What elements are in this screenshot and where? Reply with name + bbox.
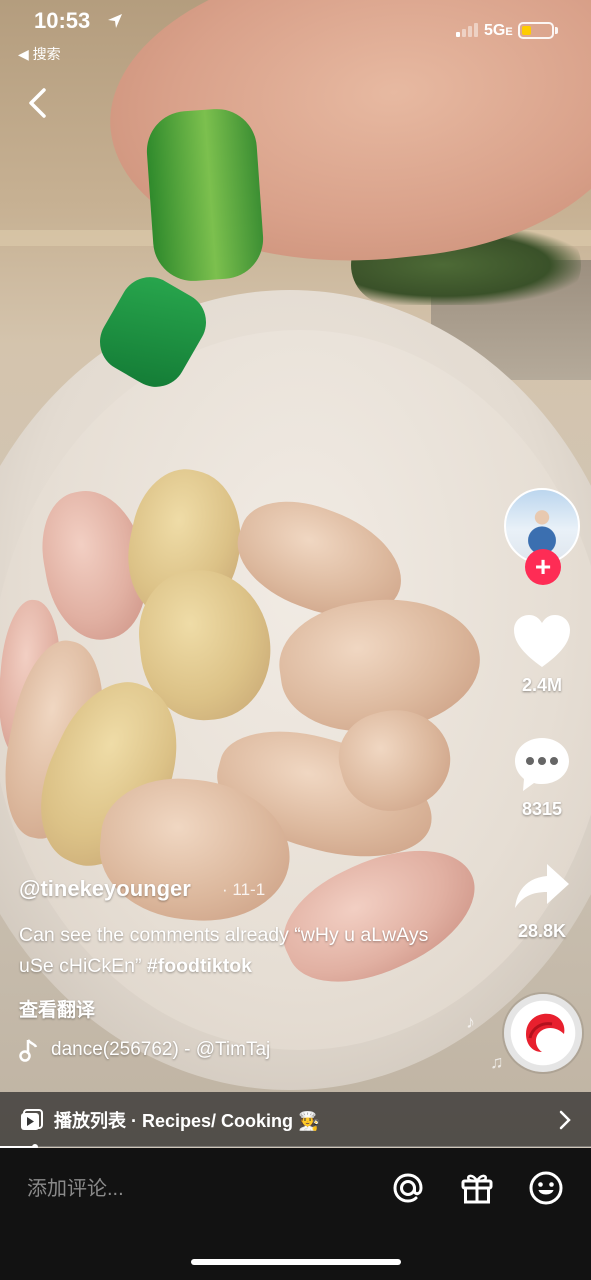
music-note-icon [19,1039,38,1062]
battery-tip [555,27,558,34]
heart-icon [514,615,570,667]
video-caption: Can see the comments already “wHy u aLwA… [19,920,439,982]
green-bottle [144,106,266,284]
comment-button[interactable]: 8315 [503,734,581,820]
home-indicator[interactable] [191,1259,401,1265]
share-count: 28.8K [517,921,567,941]
playlist-bar[interactable]: 播放列表 · Recipes/ Cooking 🧑‍🍳 [0,1092,591,1147]
like-count: 2.4M [521,675,563,695]
hashtag-link[interactable]: #foodtiktok [147,955,252,977]
mention-at-icon[interactable] [390,1170,426,1206]
comment-bubble-icon [515,738,569,791]
share-arrow-icon [515,864,569,908]
back-chevron-icon[interactable] [22,86,56,120]
chevron-right-icon[interactable] [559,1110,571,1130]
floating-note-icon: ♪ [466,1012,475,1032]
post-date: · 11-1 [222,880,266,899]
emoji-icon[interactable] [528,1170,564,1206]
sound-name: dance(256762) - @TimTaj [51,1039,271,1060]
network-type: 5GE [484,22,513,39]
gift-icon[interactable] [459,1170,495,1206]
playlist-icon [21,1108,43,1130]
share-button[interactable]: 28.8K [503,860,581,942]
comment-count: 8315 [521,799,563,819]
like-button[interactable]: 2.4M [503,612,581,696]
author-username[interactable]: @tinekeyounger [19,876,191,902]
comment-input[interactable]: 添加评论... [27,1172,124,1201]
sound-cover-icon [526,1013,565,1052]
battery-icon [518,22,554,39]
sound-row[interactable]: dance(256762) - @TimTaj [19,1038,270,1062]
back-to-search-link[interactable]: ◀ 搜索 [18,44,61,64]
cellular-signal-icon [456,23,478,37]
see-translation-link[interactable]: 查看翻译 [19,995,95,1022]
location-arrow-icon [108,14,122,28]
follow-plus-button[interactable]: + [525,549,561,585]
status-time: 10:53 [34,8,91,33]
playlist-label: 播放列表 · Recipes/ Cooking 🧑‍🍳 [54,1110,321,1131]
floating-note-icon: ♫ [490,1052,504,1072]
sound-disc[interactable] [504,994,582,1072]
